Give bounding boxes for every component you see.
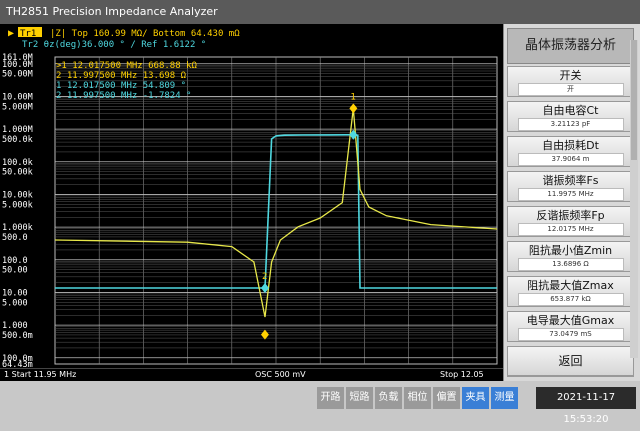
y-tick-label: 5.000: [2, 298, 28, 308]
y-tick-label: 50.00M: [2, 70, 33, 80]
bottom-key-bias[interactable]: 偏置: [433, 387, 460, 409]
softkey-label: 谐振频率Fs: [542, 174, 599, 187]
marker-label-1: 1: [350, 92, 355, 102]
back-button[interactable]: 返回: [507, 346, 634, 376]
softkey-resonant-freq[interactable]: 谐振频率Fs 11.9975 MHz: [507, 171, 634, 202]
tr1-info: |Z| Top 160.99 MΩ/ Bottom 64.430 mΩ: [50, 29, 240, 39]
y-tick-label: 1.000k: [2, 223, 33, 233]
y-tick-label: 500.0: [2, 233, 28, 243]
tr2-info: Tr2 θz(deg)36.000 ° / Ref 1.6122 °: [22, 40, 206, 50]
softkey-label: 开关: [559, 69, 582, 82]
softkey-value: 37.9064 m: [517, 153, 624, 166]
marker-readout-1: >1 12.017500 MHz 668.88 kΩ: [56, 61, 197, 71]
softkey-zmax[interactable]: 阻抗最大值Zmax 653.877 kΩ: [507, 276, 634, 307]
softkey-gmax[interactable]: 电导最大值Gmax 73.0479 mS: [507, 311, 634, 342]
y-tick-label: 100.0k: [2, 158, 33, 168]
y-tick-label: 100.0: [2, 256, 28, 266]
osc-level: OSC 500 mV: [255, 370, 306, 379]
bottom-key-short[interactable]: 短路: [346, 387, 373, 409]
y-tick-label: 10.00M: [2, 92, 33, 102]
y-tick-label: 5.000M: [2, 102, 33, 112]
y-tick-label: 5.000k: [2, 200, 33, 210]
y-tick-label: 10.00k: [2, 190, 33, 200]
y-tick-label: 1.000: [2, 321, 28, 331]
marker-theta-1: [349, 103, 358, 114]
softkey-value: 13.6896 Ω: [517, 258, 624, 271]
y-tick-label: 50.00k: [2, 168, 33, 178]
softkey-label: 自由电容Ct: [542, 104, 599, 117]
marker-readout-4: 2 11.997500 MHz -1.7824 °: [56, 91, 191, 101]
y-tick-label: 10.00: [2, 288, 28, 298]
softkey-value: 73.0479 mS: [517, 328, 624, 341]
y-tick-label: 500.0m: [2, 331, 33, 341]
softkey-label: 阻抗最小值Zmin: [528, 244, 613, 257]
tr1-label: Tr1: [20, 29, 36, 39]
tr1-arrow: ▶: [8, 28, 14, 39]
softkey-value: 开: [517, 83, 624, 96]
start-freq: 1 Start 11.95 MHz: [4, 370, 77, 379]
panel-scrollbar[interactable]: [630, 40, 638, 358]
y-tick-label: 100.0M: [2, 60, 33, 70]
status-bar: 1 Start 11.95 MHz OSC 500 mV Stop 12.05 …: [0, 368, 503, 391]
scrollbar-thumb[interactable]: [631, 40, 637, 160]
bottom-bar: 开路 短路 负载 相位 偏置 夹具 测量 2021-11-17 15:53:20: [0, 381, 640, 425]
panel-title: 晶体振荡器分析: [507, 28, 634, 64]
bottom-key-phase[interactable]: 相位: [404, 387, 431, 409]
bottom-key-fixture[interactable]: 夹具: [462, 387, 489, 409]
softkey-label: 反谐振频率Fp: [536, 209, 605, 222]
softkey-value: 653.877 kΩ: [517, 293, 624, 306]
softkey-antiresonant-freq[interactable]: 反谐振频率Fp 12.0175 MHz: [507, 206, 634, 237]
softkey-zmin[interactable]: 阻抗最小值Zmin 13.6896 Ω: [507, 241, 634, 272]
softkey-panel: 晶体振荡器分析 开关开自由电容Ct 3.21123 pF 自由损耗Dt 37.9064…: [503, 24, 640, 381]
softkey-value: 3.21123 pF: [517, 118, 624, 131]
softkey-free-capacitance[interactable]: 自由电容Ct 3.21123 pF: [507, 101, 634, 132]
bottom-key-open[interactable]: 开路: [317, 387, 344, 409]
impedance-chart: 161.0M100.0M50.00M10.00M5.000M1.000M500.…: [2, 27, 498, 370]
bottom-key-load[interactable]: 负载: [375, 387, 402, 409]
softkey-label: 电导最大值Gmax: [526, 314, 615, 327]
y-tick-label: 500.0k: [2, 135, 33, 145]
softkey-label: 自由损耗Dt: [542, 139, 599, 152]
marker-readout-3: 1 12.017500 MHz 54.809 °: [56, 81, 186, 91]
softkey-value: 12.0175 MHz: [517, 223, 624, 236]
y-tick-label: 50.00: [2, 266, 28, 276]
y-tick-label: 64.43m: [2, 360, 33, 368]
datetime: 2021-11-17 15:53:20: [536, 387, 636, 425]
softkey-switch[interactable]: 开关开: [507, 66, 634, 97]
plot-area[interactable]: 161.0M 100.0M 50.00M 10.00M 5.000M 1.000M 500.…: [0, 24, 503, 370]
softkey-value: 11.9975 MHz: [517, 188, 624, 201]
y-tick-label: 1.000M: [2, 125, 33, 135]
bottom-key-measure[interactable]: 测量: [491, 387, 518, 409]
window-title: TH2851 Precision Impedance Analyzer: [0, 0, 640, 24]
softkey-label: 阻抗最大值Zmax: [527, 279, 614, 292]
marker-readout-2: 2 11.997500 MHz 13.698 Ω: [56, 71, 187, 81]
softkey-free-loss[interactable]: 自由损耗Dt 37.9064 m: [507, 136, 634, 167]
marker-label-2: 2: [262, 272, 267, 282]
